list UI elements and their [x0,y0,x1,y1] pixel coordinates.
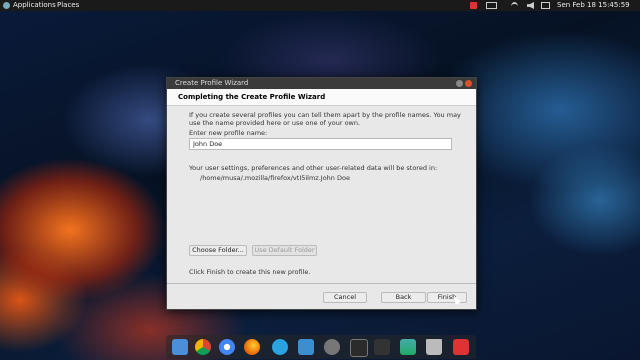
intro-text-line1: If you create several profiles you can t… [189,111,461,119]
page-title: Completing the Create Profile Wizard [178,93,326,101]
clock[interactable]: Sen Feb 18 15:45:59 [557,0,630,11]
box-icon[interactable] [298,339,314,355]
storage-path: /home/musa/.mozilla/firefox/vtI5ilmz.Joh… [200,174,350,182]
use-default-folder-button[interactable]: Use Default Folder [252,245,317,256]
keyboard-icon[interactable] [486,2,497,9]
intro-text-line2: use the name provided here or use one of… [189,119,361,127]
choose-folder-button[interactable]: Choose Folder... [189,245,247,256]
close-button[interactable] [465,80,472,87]
terminal-icon[interactable] [350,339,368,357]
storage-info-text: Your user settings, preferences and othe… [189,164,438,172]
back-button[interactable]: Back [381,292,426,303]
profile-name-input[interactable] [189,138,452,150]
volume-icon[interactable] [527,2,534,9]
battery-icon[interactable] [541,2,550,9]
notes-icon[interactable] [374,339,390,355]
places-menu[interactable]: Places [57,0,79,11]
chromium-icon[interactable] [219,339,235,355]
monitor-icon[interactable] [400,339,416,355]
window-title: Create Profile Wizard [175,79,249,87]
wifi-icon[interactable] [511,2,518,11]
profile-name-label: Enter new profile name: [189,129,268,137]
record-icon[interactable] [470,2,477,9]
camera-icon[interactable] [324,339,340,355]
applications-menu[interactable]: Applications [13,0,56,11]
applications-icon[interactable] [3,2,10,9]
trash-icon[interactable] [426,339,442,355]
window-titlebar[interactable]: Create Profile Wizard [167,78,476,89]
finish-hint-text: Click Finish to create this new profile. [189,268,311,276]
chrome-icon[interactable] [195,339,211,355]
maximize-button[interactable] [456,80,463,87]
create-profile-wizard-window: Create Profile Wizard Completing the Cre… [166,77,477,310]
cancel-button[interactable]: Cancel [323,292,367,303]
app-icon[interactable] [453,339,469,355]
dock [166,335,476,359]
wizard-header: Completing the Create Profile Wizard [167,89,476,106]
divider [167,283,476,284]
files-icon[interactable] [172,339,188,355]
top-panel: Applications Places Sen Feb 18 15:45:59 [0,0,640,11]
telegram-icon[interactable] [272,339,288,355]
firefox-icon[interactable] [244,339,260,355]
